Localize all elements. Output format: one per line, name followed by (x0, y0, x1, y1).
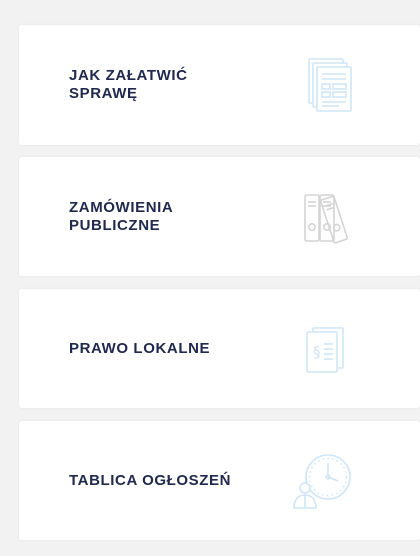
law-paragraph-document-icon: § (301, 324, 351, 374)
tile-label: ZAMÓWIENIA PUBLICZNE (69, 198, 174, 234)
documents-icon (297, 55, 361, 115)
tile-zamowienia-publiczne[interactable]: ZAMÓWIENIA PUBLICZNE (19, 157, 420, 276)
tile-prawo-lokalne[interactable]: PRAWO LOKALNE § (19, 289, 420, 408)
binders-icon (301, 189, 353, 245)
tile-jak-zalatwic-sprawe[interactable]: JAK ZAŁATWIĆ SPRAWĘ (19, 25, 420, 145)
tile-label: JAK ZAŁATWIĆ SPRAWĘ (69, 67, 188, 102)
tile-label: PRAWO LOKALNE (69, 339, 211, 357)
tile-label: TABLICA OGŁOSZEŃ (69, 471, 232, 489)
tile-tablica-ogloszen[interactable]: TABLICA OGŁOSZEŃ (19, 421, 420, 540)
service-tiles: JAK ZAŁATWIĆ SPRAWĘ ZAMÓWIENIA PUBLICZNE (0, 0, 420, 556)
svg-text:§: § (313, 343, 321, 361)
clock-person-icon (290, 450, 356, 512)
